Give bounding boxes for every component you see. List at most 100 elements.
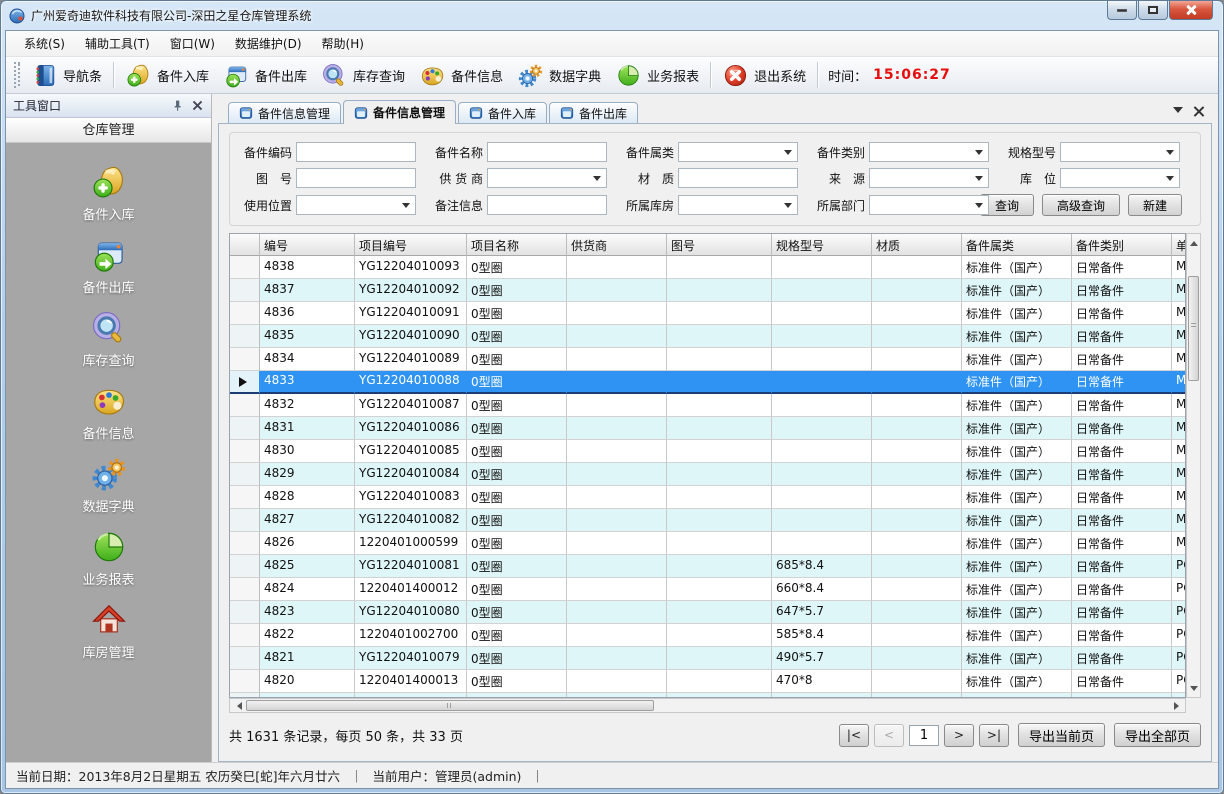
toolbar-parts-inbound-button[interactable]: 备件入库 [118,59,216,92]
table-row[interactable]: 4833YG122040100880型圈标准件（国产）日常备件M [230,371,1185,394]
row-selector-cell[interactable] [230,371,260,394]
horizontal-scrollbar[interactable] [229,698,1186,713]
row-selector-cell[interactable] [230,647,260,670]
table-row[interactable]: 4828YG122040100830型圈标准件（国产）日常备件M [230,486,1185,509]
close-button[interactable] [1169,1,1213,20]
tab-parts-info-manage-1[interactable]: 备件信息管理 [228,102,341,123]
column-header[interactable]: 项目名称 [467,234,567,256]
table-row[interactable]: 4831YG122040100860型圈标准件（国产）日常备件M [230,417,1185,440]
row-selector-cell[interactable] [230,440,260,463]
menu-help[interactable]: 帮助(H) [312,31,374,56]
parts-name-input[interactable] [487,142,607,162]
sidebar-item-data-dictionary[interactable]: 数据字典 [44,455,174,515]
column-header[interactable]: 供货商 [567,234,667,256]
table-row[interactable]: 4827YG122040100820型圈标准件（国产）日常备件M [230,509,1185,532]
toolbar-navigator-button[interactable]: 导航条 [24,59,109,92]
tab-close-icon[interactable] [1193,105,1204,116]
column-header[interactable]: 材质 [872,234,962,256]
toolbar-data-dictionary-button[interactable]: 数据字典 [510,59,608,92]
table-row[interactable]: 482412204014000120型圈660*8.4标准件（国产）日常备件PC [230,578,1185,601]
row-selector-cell[interactable] [230,601,260,624]
scroll-up-icon[interactable] [1187,234,1201,248]
minimize-button[interactable] [1107,1,1137,20]
column-header[interactable]: 规格型号 [772,234,872,256]
prev-page-button[interactable]: < [874,724,904,747]
vertical-scroll-thumb[interactable] [1188,276,1199,381]
figure-no-input[interactable] [296,168,416,188]
column-header[interactable]: 编号 [260,234,355,256]
tab-parts-inbound[interactable]: 备件入库 [458,102,547,123]
department-select[interactable] [869,195,989,215]
table-row[interactable]: 482012204014000130型圈470*8标准件（国产）日常备件PC [230,670,1185,693]
row-selector-cell[interactable] [230,486,260,509]
row-selector-cell[interactable] [230,463,260,486]
warehouse-select[interactable] [678,195,798,215]
menu-system[interactable]: 系统(S) [14,31,75,56]
sidebar-item-parts-outbound[interactable]: 备件出库 [44,236,174,296]
scroll-right-icon[interactable] [1171,699,1185,713]
export-current-page-button[interactable]: 导出当前页 [1018,723,1105,747]
new-button[interactable]: 新建 [1128,194,1182,216]
scroll-down-icon[interactable] [1187,683,1201,697]
table-row[interactable]: 482212204010027000型圈585*8.4标准件（国产）日常备件PC [230,624,1185,647]
advanced-query-button[interactable]: 高级查询 [1042,194,1120,216]
sidebar-item-parts-info[interactable]: 备件信息 [44,382,174,442]
parts-category-select[interactable] [869,142,989,162]
row-selector-cell[interactable] [230,302,260,325]
row-selector-cell[interactable] [230,417,260,440]
column-header[interactable]: 图号 [667,234,772,256]
toolbar-exit-system-button[interactable]: 退出系统 [715,59,813,92]
tab-parts-outbound[interactable]: 备件出库 [549,102,638,123]
column-header[interactable]: 备件属类 [962,234,1072,256]
column-header[interactable]: 单位 [1172,234,1186,256]
row-selector-cell[interactable] [230,509,260,532]
table-row[interactable]: 4823YG122040100800型圈647*5.7标准件（国产）日常备件PC [230,601,1185,624]
toolbar-parts-outbound-button[interactable]: 备件出库 [216,59,314,92]
location-select[interactable] [1060,168,1180,188]
menu-aux-tools[interactable]: 辅助工具(T) [75,31,160,56]
tab-parts-info-manage-2[interactable]: 备件信息管理 [343,100,456,124]
pin-icon[interactable] [171,99,184,112]
scroll-left-icon[interactable] [230,699,244,713]
toolbar-business-report-button[interactable]: 业务报表 [608,59,706,92]
remark-input[interactable] [487,195,607,215]
toolbar-grip[interactable] [14,62,20,88]
table-row[interactable]: 4835YG122040100900型圈标准件（国产）日常备件M [230,325,1185,348]
sidebar-item-warehouse-manage[interactable]: 库房管理 [44,601,174,661]
row-selector-cell[interactable] [230,325,260,348]
table-row[interactable]: 4830YG122040100850型圈标准件（国产）日常备件M [230,440,1185,463]
page-number-input[interactable] [909,725,939,746]
row-selector-cell[interactable] [230,670,260,693]
material-input[interactable] [678,168,798,188]
warehouse-group-header[interactable]: 仓库管理 [6,118,211,143]
table-row[interactable]: 4821YG122040100790型圈490*5.7标准件（国产）日常备件PC [230,647,1185,670]
table-row[interactable]: 4837YG122040100920型圈标准件（国产）日常备件M [230,279,1185,302]
row-selector-cell[interactable] [230,348,260,371]
row-selector-cell[interactable] [230,279,260,302]
sidebar-item-business-report[interactable]: 业务报表 [44,528,174,588]
table-row[interactable]: 4838YG122040100930型圈标准件（国产）日常备件M [230,256,1185,279]
use-position-select[interactable] [296,195,416,215]
supplier-select[interactable] [487,168,607,188]
toolbar-stock-query-button[interactable]: 库存查询 [314,59,412,92]
table-row[interactable]: 4834YG122040100890型圈标准件（国产）日常备件M [230,348,1185,371]
table-row[interactable]: 4832YG122040100870型圈标准件（国产）日常备件M [230,394,1185,417]
next-page-button[interactable]: > [944,724,974,747]
parts-code-input[interactable] [296,142,416,162]
toolbar-parts-info-button[interactable]: 备件信息 [412,59,510,92]
row-selector-cell[interactable] [230,532,260,555]
tab-list-dropdown-icon[interactable] [1173,107,1183,118]
panel-close-icon[interactable] [191,99,204,112]
table-row[interactable]: 4825YG122040100810型圈685*8.4标准件（国产）日常备件PC [230,555,1185,578]
export-all-pages-button[interactable]: 导出全部页 [1114,723,1201,747]
last-page-button[interactable]: >| [979,724,1009,747]
column-header[interactable]: 备件类别 [1072,234,1172,256]
row-selector-cell[interactable] [230,394,260,417]
spec-model-select[interactable] [1060,142,1180,162]
row-selector-cell[interactable] [230,555,260,578]
table-row[interactable]: 4836YG122040100910型圈标准件（国产）日常备件M [230,302,1185,325]
row-selector-cell[interactable] [230,256,260,279]
sidebar-item-stock-query[interactable]: 库存查询 [44,309,174,369]
horizontal-scroll-thumb[interactable] [246,700,654,711]
table-row[interactable]: 482612204010005990型圈标准件（国产）日常备件M [230,532,1185,555]
